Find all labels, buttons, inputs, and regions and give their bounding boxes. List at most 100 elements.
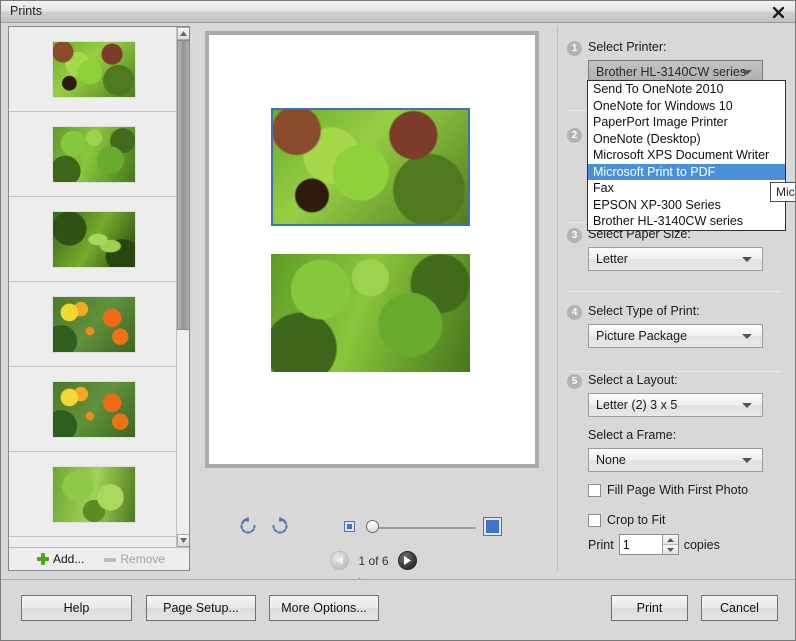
page-sheet: [209, 35, 535, 464]
remove-button-label: Remove: [120, 552, 166, 566]
divider: [566, 291, 781, 292]
chevron-down-icon: [742, 70, 752, 75]
plus-icon: [37, 553, 49, 565]
rotate-clockwise-button[interactable]: [270, 516, 290, 539]
close-icon: [772, 6, 784, 18]
zoom-slider-handle[interactable]: [366, 520, 379, 533]
frame-combobox-value: None: [596, 453, 626, 467]
dropdown-option[interactable]: OneNote (Desktop): [588, 131, 785, 148]
copies-decrement-button[interactable]: [662, 544, 678, 554]
crop-to-fit-checkbox-row[interactable]: Crop to Fit: [588, 513, 665, 527]
fill-page-checkbox-row[interactable]: Fill Page With First Photo: [588, 483, 748, 497]
fill-page-checkbox[interactable]: [588, 483, 601, 497]
caret-up-icon: [666, 537, 674, 542]
title-bar: Prints: [1, 1, 795, 23]
zoom-in-button[interactable]: [483, 517, 502, 539]
help-button[interactable]: Help: [21, 595, 132, 621]
zoom-large-icon: [483, 517, 502, 536]
close-button[interactable]: [765, 2, 791, 22]
preview-photo-selected[interactable]: [271, 108, 470, 226]
thumbnail-image[interactable]: [53, 381, 135, 437]
copies-row: Print copies: [588, 534, 720, 555]
print-button[interactable]: Print: [611, 595, 688, 621]
dropdown-option[interactable]: PaperPort Image Printer: [588, 114, 785, 131]
crop-to-fit-checkbox[interactable]: [588, 513, 601, 527]
preview-photo[interactable]: [271, 254, 470, 372]
print-type-combobox-value: Picture Package: [596, 329, 688, 343]
zoom-slider[interactable]: [366, 520, 476, 533]
dropdown-option[interactable]: OneNote for Windows 10: [588, 98, 785, 115]
dropdown-option[interactable]: Microsoft XPS Document Writer: [588, 147, 785, 164]
rotate-clockwise-icon: [272, 516, 288, 534]
window-title: Prints: [10, 4, 42, 18]
prints-dialog: Prints Add... Remove 1 of 6 1 Select Pri…: [0, 0, 796, 641]
zoom-slider-track: [374, 527, 476, 529]
paper-size-combobox[interactable]: Letter: [588, 247, 763, 271]
more-options-button[interactable]: More Options...: [269, 595, 379, 621]
step-label: Select Printer:: [588, 40, 667, 54]
copies-suffix-label: copies: [683, 537, 720, 552]
copies-spin-buttons[interactable]: [661, 535, 678, 554]
scroll-down-arrow-icon[interactable]: [177, 534, 189, 547]
frame-label: Select a Frame:: [588, 428, 677, 442]
fill-page-label: Fill Page With First Photo: [607, 483, 749, 497]
dropdown-option[interactable]: EPSON XP-300 Series: [588, 197, 785, 214]
step-number-badge: 3: [567, 228, 582, 243]
chevron-down-icon: [742, 334, 752, 339]
step-number-badge: 5: [567, 374, 582, 389]
minus-icon: [104, 557, 117, 562]
copies-prefix-label: Print: [588, 537, 614, 552]
previous-page-button[interactable]: [330, 551, 350, 570]
remove-button: Remove: [104, 552, 165, 566]
printer-dropdown-list[interactable]: Send To OneNote 2010 OneNote for Windows…: [587, 80, 786, 231]
add-remove-bar: Add... Remove: [9, 547, 189, 570]
scrollbar-thumb[interactable]: [177, 40, 189, 330]
scroll-up-arrow-icon[interactable]: [177, 27, 189, 40]
dropdown-option[interactable]: Brother HL-3140CW series: [588, 213, 785, 230]
thumbnail-image[interactable]: [53, 126, 135, 182]
frame-combobox[interactable]: None: [588, 448, 763, 472]
chevron-down-icon: [742, 458, 752, 463]
print-type-combobox[interactable]: Picture Package: [588, 324, 763, 348]
thumbnail-scrollbar[interactable]: [176, 27, 189, 547]
add-button[interactable]: Add...: [37, 552, 84, 566]
zoom-out-button[interactable]: [344, 521, 355, 535]
rotate-counter-clockwise-button[interactable]: [238, 516, 258, 539]
thumbnail-image[interactable]: [53, 41, 135, 97]
caret-down-icon: [666, 547, 674, 552]
cancel-button[interactable]: Cancel: [701, 595, 778, 621]
chevron-down-icon: [742, 257, 752, 262]
paper-size-combobox-value: Letter: [596, 252, 628, 266]
list-item[interactable]: [9, 197, 179, 282]
preview-photo-image: [271, 254, 470, 372]
list-item[interactable]: [9, 452, 179, 537]
thumbnail-image[interactable]: [53, 211, 135, 267]
preview-controls: 1 of 6 Letter: [192, 476, 555, 590]
zoom-small-icon: [344, 521, 355, 532]
step-label: Select a Layout:: [588, 373, 678, 387]
step-label: Select Type of Print:: [588, 304, 700, 318]
step-number-badge: 4: [567, 305, 582, 320]
page-sheet-frame: [205, 31, 539, 468]
chevron-right-icon: [404, 556, 412, 565]
thumbnail-image[interactable]: [53, 466, 135, 522]
add-button-label: Add...: [53, 552, 85, 566]
dropdown-option[interactable]: Send To OneNote 2010: [588, 81, 785, 98]
next-page-button[interactable]: [397, 551, 417, 570]
copies-increment-button[interactable]: [662, 535, 678, 544]
list-item[interactable]: [9, 282, 179, 367]
dropdown-option-selected[interactable]: Microsoft Print to PDF: [588, 163, 785, 180]
list-item[interactable]: [9, 27, 179, 112]
copies-stepper[interactable]: [618, 534, 679, 555]
layout-combobox[interactable]: Letter (2) 3 x 5: [588, 393, 763, 417]
list-item[interactable]: [9, 112, 179, 197]
thumbnail-list[interactable]: [9, 27, 179, 547]
page-setup-button[interactable]: Page Setup...: [146, 595, 256, 621]
dropdown-option[interactable]: Fax: [588, 180, 785, 197]
list-item[interactable]: [9, 367, 179, 452]
thumbnail-image[interactable]: [53, 296, 135, 352]
copies-input[interactable]: [619, 535, 662, 554]
chevron-left-icon: [335, 556, 343, 565]
page-navigation: 1 of 6: [192, 551, 555, 570]
layout-combobox-value: Letter (2) 3 x 5: [596, 398, 678, 412]
